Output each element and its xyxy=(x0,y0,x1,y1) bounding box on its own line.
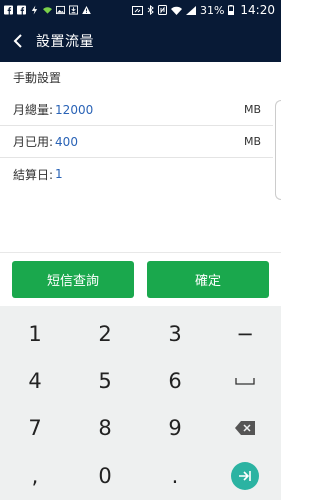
download-icon xyxy=(69,5,78,15)
scroll-edge xyxy=(275,100,281,200)
back-button[interactable] xyxy=(0,20,36,62)
key-7[interactable]: 7 xyxy=(0,404,70,452)
confirm-button[interactable]: 確定 xyxy=(147,261,269,298)
battery-icon xyxy=(228,5,235,15)
wifi-icon xyxy=(170,6,182,15)
clock: 14:20 xyxy=(240,3,275,17)
key-minus[interactable]: − xyxy=(210,310,280,358)
numeric-keypad: 1 2 3 − 4 5 6 7 8 9 , 0 . xyxy=(0,306,281,500)
key-8[interactable]: 8 xyxy=(70,404,140,452)
settlement-day-input[interactable]: 1 xyxy=(55,167,261,181)
key-enter[interactable] xyxy=(210,452,280,500)
sim-icon xyxy=(131,5,143,15)
monthly-total-row[interactable]: 月總量: 12000 MB xyxy=(0,94,273,126)
monthly-total-input[interactable]: 12000 xyxy=(55,103,244,117)
manual-settings-section: 手動設置 月總量: 12000 MB 月已用: 400 MB 結算日: 1 xyxy=(0,62,281,252)
action-bar: 短信查詢 確定 xyxy=(0,252,281,306)
flash-icon xyxy=(31,5,38,15)
signal-icon xyxy=(185,5,196,15)
notification-icons xyxy=(0,5,91,15)
sms-query-button[interactable]: 短信查詢 xyxy=(12,261,134,298)
section-title: 手動設置 xyxy=(13,71,62,85)
key-backspace[interactable] xyxy=(210,404,280,452)
settlement-day-row[interactable]: 結算日: 1 xyxy=(0,158,273,190)
key-4[interactable]: 4 xyxy=(0,357,70,405)
space-icon xyxy=(235,378,255,385)
key-9[interactable]: 9 xyxy=(140,404,210,452)
key-2[interactable]: 2 xyxy=(70,310,140,358)
system-icons: 31% 14:20 xyxy=(131,3,281,17)
monthly-used-unit: MB xyxy=(243,135,261,148)
nfc-icon xyxy=(157,5,167,15)
enter-icon xyxy=(231,462,259,490)
monthly-total-unit: MB xyxy=(243,103,261,116)
key-1[interactable]: 1 xyxy=(0,310,70,358)
monthly-used-input[interactable]: 400 xyxy=(55,135,244,149)
key-comma[interactable]: , xyxy=(0,452,70,500)
facebook-icon xyxy=(4,5,13,15)
key-6[interactable]: 6 xyxy=(140,357,210,405)
settlement-day-label: 結算日: xyxy=(13,167,54,182)
monthly-used-row[interactable]: 月已用: 400 MB xyxy=(0,126,273,158)
image-icon xyxy=(56,5,65,15)
wifi-notify-icon xyxy=(43,7,52,14)
key-0[interactable]: 0 xyxy=(70,452,140,500)
key-dot[interactable]: . xyxy=(140,452,210,500)
monthly-total-label: 月總量: xyxy=(13,103,54,117)
page-title: 設置流量 xyxy=(36,34,94,50)
back-arrow-icon xyxy=(13,34,22,48)
key-space[interactable] xyxy=(210,357,280,405)
facebook-icon xyxy=(17,5,26,15)
key-5[interactable]: 5 xyxy=(70,357,140,405)
monthly-used-label: 月已用: xyxy=(13,135,54,149)
bluetooth-icon xyxy=(147,5,154,15)
battery-percent: 31% xyxy=(199,3,225,17)
key-3[interactable]: 3 xyxy=(140,310,210,358)
status-bar: 31% 14:20 xyxy=(0,0,281,20)
app-bar: 設置流量 xyxy=(0,20,281,62)
warning-icon xyxy=(82,5,91,15)
backspace-icon xyxy=(235,421,255,435)
